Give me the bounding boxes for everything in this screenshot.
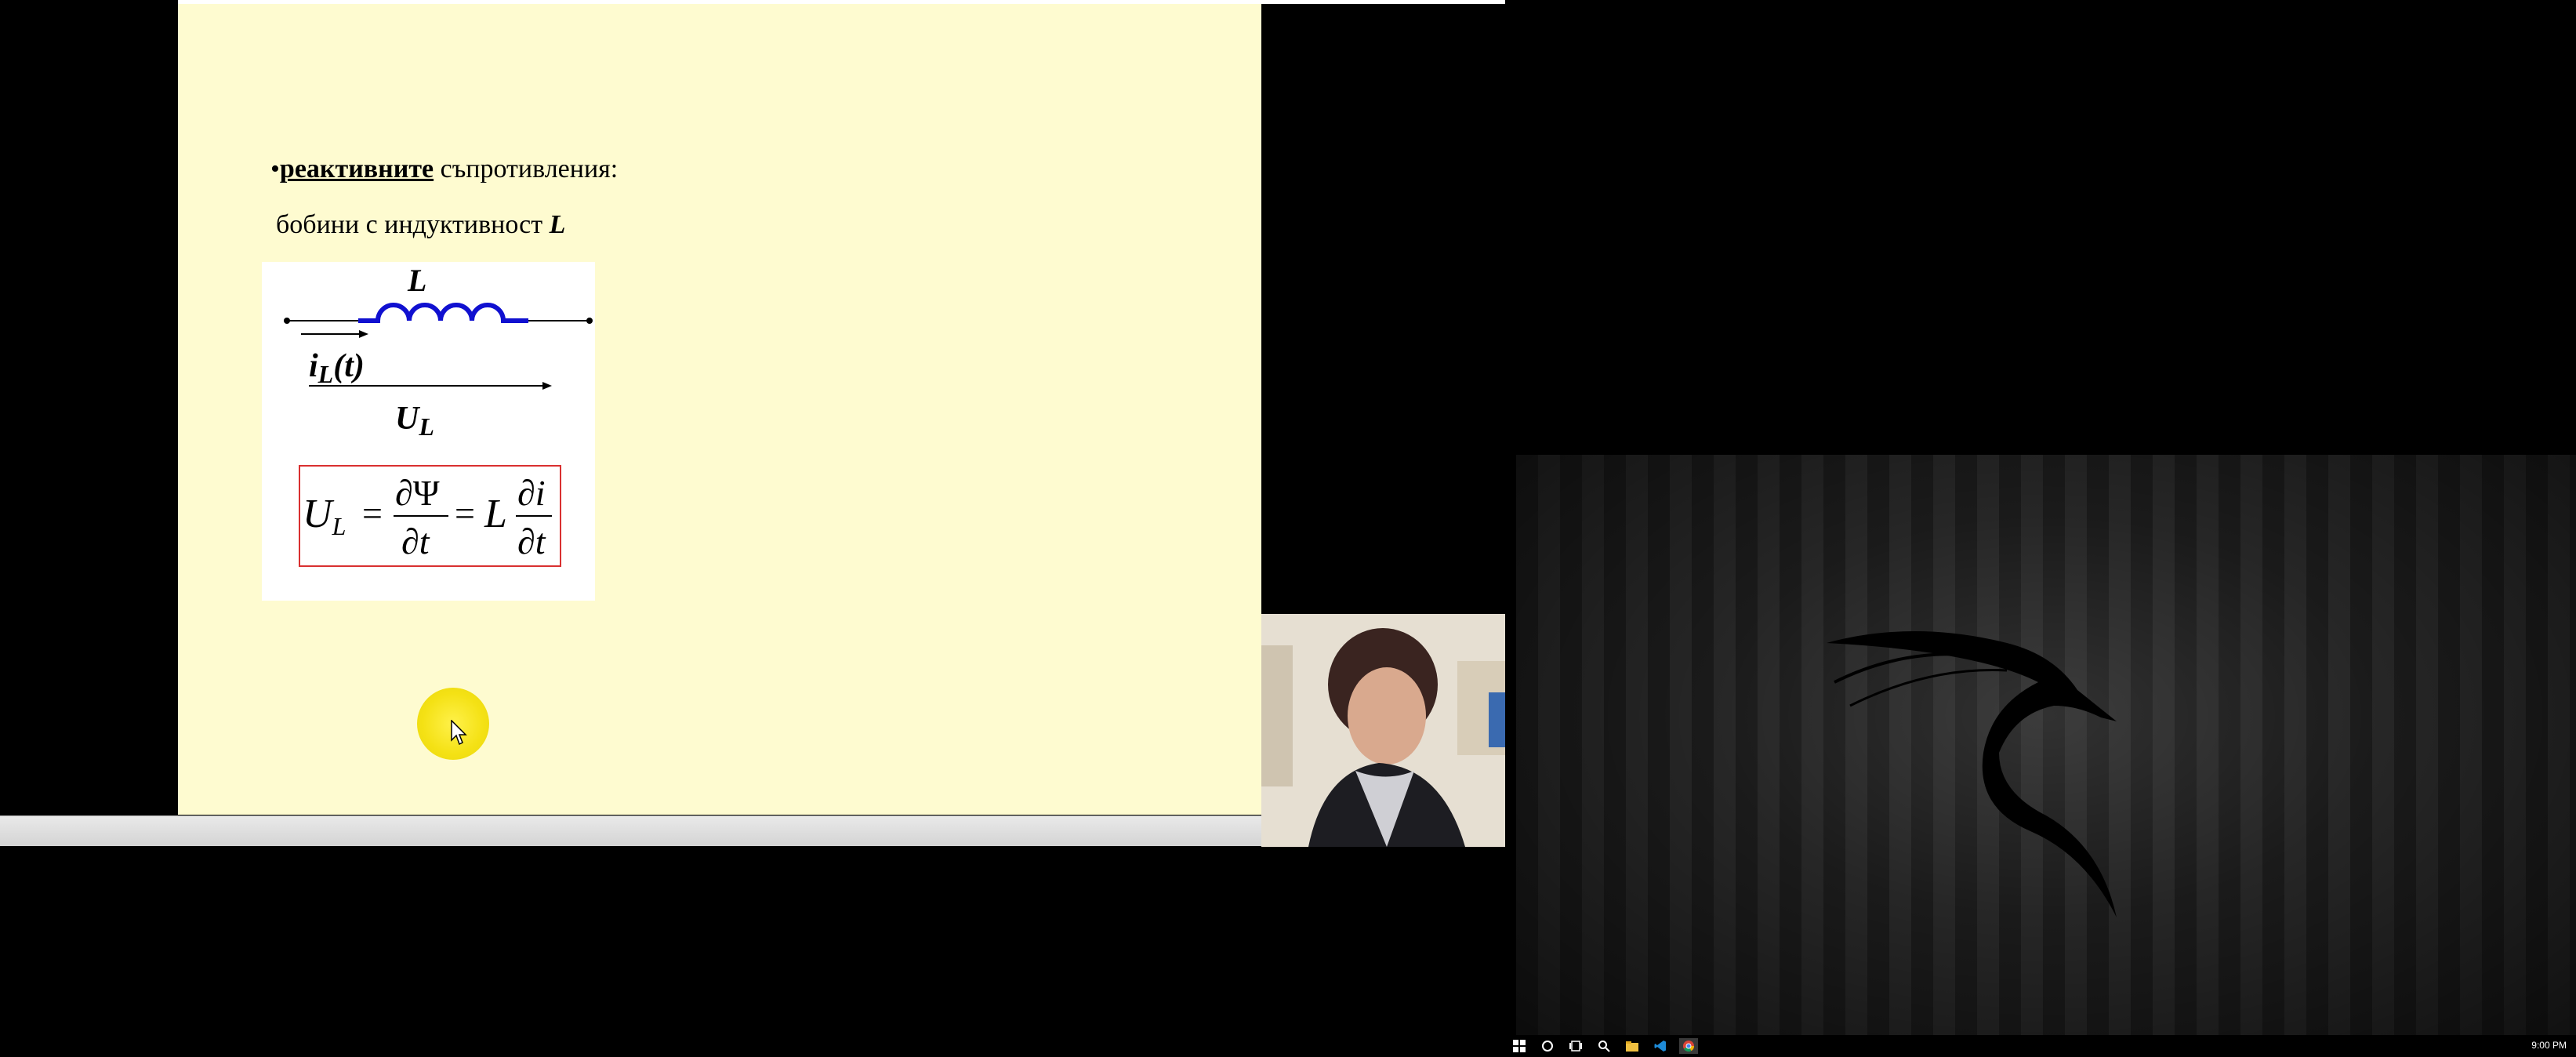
webcam-video — [1261, 614, 1505, 847]
current-label-main: i — [309, 348, 318, 384]
inductor-label: L — [407, 263, 426, 298]
formula-frac2-num: ∂i — [517, 473, 546, 513]
voltage-label-main: U — [395, 401, 421, 437]
formula-frac1-num: ∂Ψ — [395, 473, 440, 513]
current-label: iL(t) — [309, 348, 365, 388]
presentation-bottom-bar — [0, 815, 1261, 846]
current-label-sub: L — [317, 360, 334, 388]
current-label-arg: (t) — [333, 348, 365, 384]
slide-bullet-line: •реактивните съпротивления: — [270, 154, 618, 184]
formula-frac1-den: ∂t — [401, 521, 430, 561]
file-explorer-icon[interactable] — [1623, 1038, 1642, 1054]
inductor-diagram-svg: L iL(t) UL UL = ∂Ψ ∂t = L ∂i ∂t — [284, 263, 593, 567]
cortana-circle-icon[interactable] — [1538, 1038, 1557, 1054]
taskbar-clock[interactable]: 9:00 PM — [2531, 1040, 2567, 1051]
formula-coef: L — [484, 492, 507, 536]
formula-equals-1: = — [362, 493, 383, 533]
formula-frac2-den: ∂t — [517, 521, 546, 561]
voltage-arrow-head — [542, 382, 552, 390]
left-terminal — [284, 318, 290, 324]
chrome-icon[interactable] — [1679, 1038, 1698, 1054]
dragon-logo-icon — [1819, 619, 2164, 929]
voltage-label: UL — [395, 401, 434, 441]
bullet-keyword: реактивните — [279, 154, 434, 183]
voltage-label-sub: L — [418, 412, 434, 441]
current-arrow-head — [359, 330, 368, 338]
inductor-coil — [358, 303, 528, 323]
dragon-body — [1827, 631, 2117, 917]
formula-lhs-sub: L — [332, 512, 346, 540]
mouse-pointer-icon — [451, 719, 468, 750]
inductor-diagram: L iL(t) UL UL = ∂Ψ ∂t = L ∂i ∂t — [262, 262, 595, 601]
windows-start-icon[interactable] — [1510, 1038, 1529, 1054]
right-terminal — [586, 318, 593, 324]
vscode-icon[interactable] — [1651, 1038, 1670, 1054]
formula-equals-2: = — [455, 493, 475, 533]
bullet-rest-text: съпротивления: — [434, 154, 619, 183]
slide-subtitle-line: бобини с индуктивност L — [276, 210, 565, 240]
taskbar: 9:00 PM — [1505, 1035, 2576, 1057]
subtitle-text: бобини с индуктивност — [276, 210, 550, 239]
search-icon[interactable] — [1595, 1038, 1613, 1054]
formula-lhs-main: U — [303, 492, 335, 536]
subtitle-symbol: L — [549, 210, 566, 239]
bullet-marker: • — [270, 154, 280, 183]
task-view-icon[interactable] — [1566, 1038, 1585, 1054]
